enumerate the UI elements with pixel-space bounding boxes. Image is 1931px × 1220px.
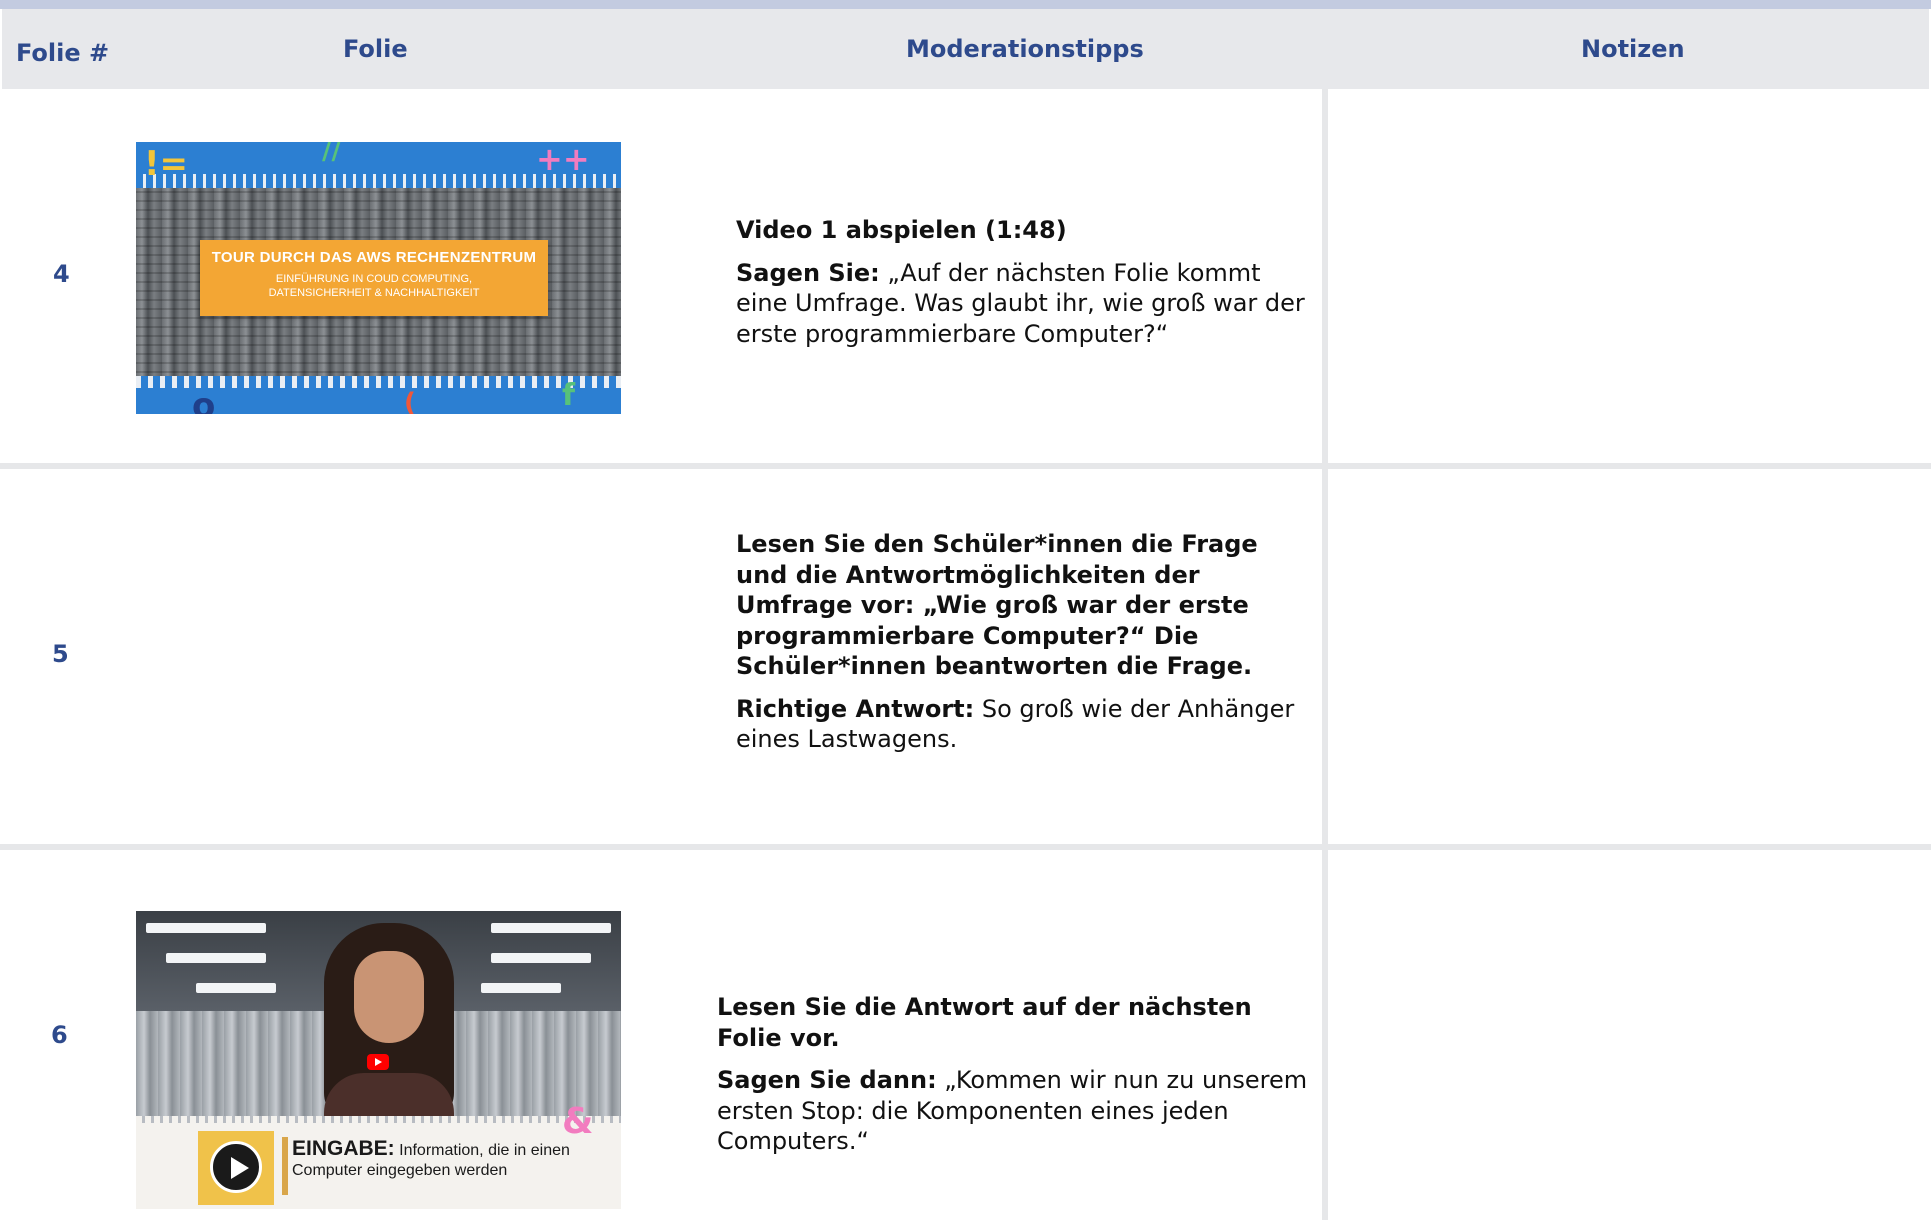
tip-paragraph: Lesen Sie den Schüler*innen die Frage un… (736, 529, 1316, 682)
tip-bold: Richtige Antwort: (736, 694, 975, 723)
bracket-deco-icon: ( (404, 388, 416, 414)
video-caption: EINGABE: Information, die in einen Compu… (292, 1137, 612, 1181)
youtube-play-icon[interactable] (367, 1054, 389, 1070)
notes-column-divider (1322, 89, 1328, 1220)
tip-paragraph: Richtige Antwort: So groß wie der Anhäng… (736, 694, 1316, 755)
exclamation-deco-icon: != (144, 144, 188, 184)
slide-thumbnail-input-video[interactable]: EINGABE: Information, die in einen Compu… (136, 911, 621, 1209)
tip-bold: Lesen Sie die Antwort auf der nächsten F… (717, 993, 1252, 1052)
moderation-tips: Lesen Sie die Antwort auf der nächsten F… (717, 992, 1321, 1169)
ampersand-deco-icon: & (562, 1101, 594, 1142)
math-deco-icon: f (562, 378, 576, 413)
caption-label: EINGABE: (292, 1137, 395, 1160)
circle-deco-icon: o (192, 386, 216, 414)
ceiling-light (491, 953, 591, 963)
tip-paragraph: Sagen Sie dann: „Kommen wir nun zu unser… (717, 1065, 1321, 1157)
pencil-deco-icon: // (322, 142, 341, 166)
top-accent-bar (0, 0, 1931, 9)
play-button-icon[interactable] (210, 1141, 262, 1193)
caption-bracket (282, 1137, 288, 1195)
ceiling-light (491, 923, 611, 933)
slide-number: 4 (53, 260, 70, 288)
row-divider (0, 463, 1931, 469)
row-divider (0, 844, 1931, 850)
header-moderation-tips: Moderationstipps (906, 35, 1144, 63)
ceiling-light (196, 983, 276, 993)
facilitation-table-page: Folie # Folie Moderationstipps Notizen 4… (0, 0, 1931, 1220)
moderation-tips: Lesen Sie den Schüler*innen die Frage un… (736, 529, 1316, 767)
presenter (324, 923, 454, 1143)
header-notes: Notizen (1581, 35, 1685, 63)
tip-paragraph: Sagen Sie: „Auf der nächsten Folie kommt… (736, 258, 1316, 350)
slide-thumbnail-datacenter-tour[interactable]: != // ++ o ( f TOUR DURCH DAS AWS RECHEN… (136, 142, 621, 414)
tip-bold: Sagen Sie dann: (717, 1066, 937, 1094)
moderation-tips: Video 1 abspielen (1:48) Sagen Sie: „Auf… (736, 215, 1316, 361)
header-slide: Folie (343, 35, 408, 63)
tip-bold: Video 1 abspielen (1:48) (736, 216, 1067, 244)
slide-title: TOUR DURCH DAS AWS RECHENZENTRUM (211, 249, 537, 266)
slide-subtitle: EINFÜHRUNG IN COUD COMPUTING, DATENSICHE… (268, 273, 480, 299)
presenter-face (354, 951, 424, 1043)
ceiling-light (166, 953, 266, 963)
tip-bold: Lesen Sie den Schüler*innen die Frage un… (736, 530, 1258, 680)
slide-number: 6 (51, 1021, 68, 1049)
slide-title-banner: TOUR DURCH DAS AWS RECHENZENTRUM EINFÜHR… (200, 240, 548, 316)
ceiling-light (146, 923, 266, 933)
tip-bold: Sagen Sie: (736, 258, 880, 287)
tip-paragraph: Lesen Sie die Antwort auf der nächsten F… (717, 992, 1321, 1053)
plus-deco-icon: ++ (536, 142, 590, 178)
tip-paragraph: Video 1 abspielen (1:48) (736, 215, 1316, 246)
header-slide-number: Folie # (16, 39, 110, 67)
slide-number: 5 (52, 640, 69, 668)
ceiling-light (481, 983, 561, 993)
